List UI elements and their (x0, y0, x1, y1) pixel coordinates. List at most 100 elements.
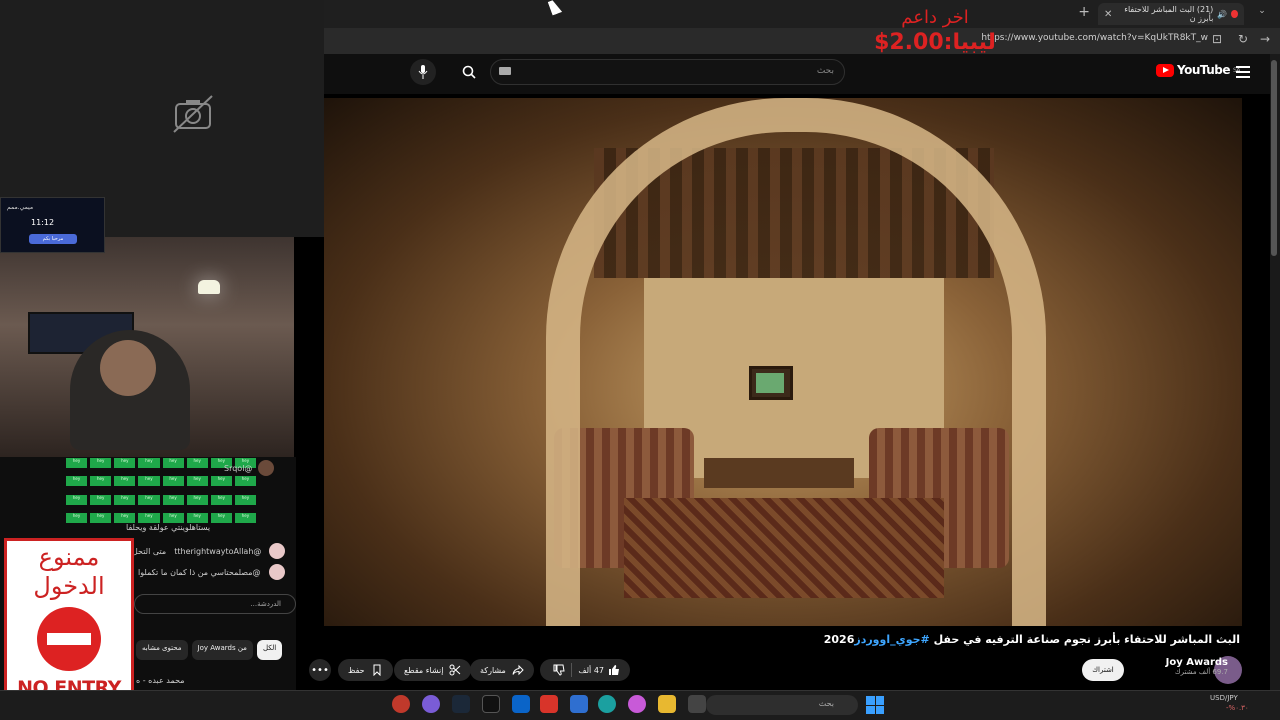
voice-search-button[interactable] (410, 59, 436, 85)
video-arch (546, 98, 1046, 626)
related-filter-chips: محتوى مشابه من Joy Awards الكل (136, 640, 283, 660)
chat-message: @Srqol (224, 460, 275, 476)
chat-emote: hey (66, 512, 88, 523)
camera-off-icon (173, 95, 213, 133)
chat-emote: hey (90, 458, 112, 468)
more-actions-icon[interactable]: ••• (309, 659, 331, 681)
like-button[interactable]: 47 ألف (578, 664, 620, 676)
chat-emote: hey (66, 476, 88, 487)
youtube-logo[interactable]: YouTube SA (1156, 63, 1241, 77)
tab-search-icon[interactable]: ⌄ (1254, 6, 1270, 22)
search-button[interactable] (455, 59, 483, 85)
share-button[interactable]: مشاركة (470, 659, 534, 681)
widget-name: ميمي.ممم (7, 204, 34, 211)
chat-message-text: @مصلمحتاسي من ذا كمان ما تكملوا (138, 567, 261, 577)
gift-icon[interactable] (540, 695, 558, 713)
tab-title: (21) البث المباشر للاحتفاء بأبرز ن (1124, 5, 1214, 23)
chat-emote: hey (234, 512, 256, 523)
share-label: مشاركة (480, 665, 506, 675)
edge-icon[interactable] (598, 695, 616, 713)
bookmark-icon (373, 664, 381, 676)
browser-tab[interactable]: 🔊 (21) البث المباشر للاحتفاء بأبرز ن ✕ (1098, 3, 1244, 25)
chat-message: متى التحل @ttherightwaytoAllah (132, 543, 286, 559)
clip-label: إنشاء مقطع (404, 665, 444, 675)
channel-name[interactable]: Joy Awards (1166, 657, 1228, 668)
discord-icon[interactable] (422, 695, 440, 713)
start-tile (875, 696, 884, 705)
chat-emote: hey (162, 512, 184, 523)
video-player[interactable] (324, 98, 1242, 626)
streamer-head (100, 340, 156, 396)
store-icon[interactable] (570, 695, 588, 713)
close-tab-icon[interactable]: ✕ (1104, 9, 1112, 20)
new-tab-icon[interactable]: + (1078, 4, 1090, 20)
steam-icon[interactable] (452, 695, 470, 713)
keyboard-icon[interactable] (499, 67, 511, 75)
chat-input[interactable]: الدردشة... (134, 594, 296, 614)
chat-emote: hey (162, 476, 184, 487)
video-hashtag[interactable]: #جوي_اووردز (854, 633, 929, 646)
youtube-play-icon (1156, 63, 1174, 77)
menu-icon[interactable] (1236, 66, 1250, 78)
chat-emote: hey (90, 476, 112, 487)
no-entry-icon (37, 606, 101, 671)
chat-emote: hey (114, 512, 136, 523)
url-text[interactable]: https://www.youtube.com/watch?v=KqUkTR8k… (981, 33, 1208, 43)
webcam-lamp (198, 280, 220, 294)
chat-avatar[interactable] (268, 564, 285, 580)
chat-emote: hey (66, 494, 88, 505)
donor-label: اخر داعم (901, 7, 969, 28)
capcut-icon[interactable] (482, 695, 500, 713)
video-title: البث المباشر للاحتفاء بأبرز نجوم صناعة ا… (824, 633, 1240, 646)
related-video-title[interactable]: محمد عبده - ه (136, 676, 185, 685)
chat-username[interactable]: @Srqol (224, 464, 252, 473)
chat-emote: hey (186, 476, 208, 487)
start-button[interactable] (866, 696, 884, 714)
reload-icon[interactable]: ↻ (1238, 32, 1248, 46)
thumbs-up-icon (609, 665, 619, 675)
ticker-pair[interactable]: USD/JPY (1210, 694, 1238, 702)
start-tile (875, 705, 884, 714)
outlook-icon[interactable] (512, 695, 530, 713)
scissors-icon (449, 664, 461, 676)
chat-message-text: متى التحل (132, 546, 167, 556)
widget-time: 11:12 (31, 218, 55, 227)
copilot-icon[interactable] (628, 695, 646, 713)
chip-from-channel[interactable]: من Joy Awards (191, 640, 253, 660)
chip-similar[interactable]: محتوى مشابه (136, 640, 188, 660)
app-icon[interactable] (688, 695, 706, 713)
save-button[interactable]: حفظ (338, 659, 393, 681)
chat-emote: hey (210, 476, 232, 487)
chat-avatar[interactable] (269, 543, 286, 559)
chat-emote: hey (210, 494, 232, 505)
chat-emote: hey (114, 458, 136, 468)
search-input[interactable]: بحث (490, 59, 845, 85)
chat-avatar[interactable] (258, 460, 275, 476)
widget-button[interactable]: مرحبا بكم (29, 234, 77, 244)
speaker-icon[interactable]: 🔊 (1217, 10, 1227, 19)
chat-emote: hey (138, 458, 160, 468)
chip-all[interactable]: الكل (256, 640, 283, 660)
chat-emote: hey (90, 494, 112, 505)
subscribe-button[interactable]: اشتراك (1082, 659, 1124, 681)
channel-info[interactable]: Joy Awards 69.7 ألف مشترك (1166, 657, 1228, 676)
forward-icon[interactable]: → (1260, 32, 1270, 46)
donor-amount: ليبيا:2.00$ (874, 30, 996, 56)
scrollbar-thumb[interactable] (1271, 60, 1277, 256)
chat-emote: hey (186, 512, 208, 523)
chat-emote: hey (234, 494, 256, 505)
video-title-year: 2026 (823, 633, 855, 646)
thumbs-down-icon[interactable] (553, 664, 565, 676)
chat-emote: hey (162, 494, 184, 505)
chat-message-text: يستاهلوينتي عولقة ويحلفا (126, 523, 211, 532)
chat-emote: hey (162, 458, 184, 468)
like-dislike-group[interactable]: 47 ألف (540, 659, 630, 681)
lock-icon: ⊡ (1212, 32, 1223, 46)
app-icon[interactable] (392, 695, 410, 713)
file-explorer-icon[interactable] (658, 695, 676, 713)
ticker-change: -%٠.٣٠ (1226, 704, 1249, 712)
clip-button[interactable]: إنشاء مقطع (394, 659, 472, 681)
chat-username[interactable]: @ttherightwaytoAllah (174, 547, 261, 556)
taskbar-search-input[interactable]: بحث (706, 695, 858, 715)
chat-emote: hey (210, 512, 232, 523)
